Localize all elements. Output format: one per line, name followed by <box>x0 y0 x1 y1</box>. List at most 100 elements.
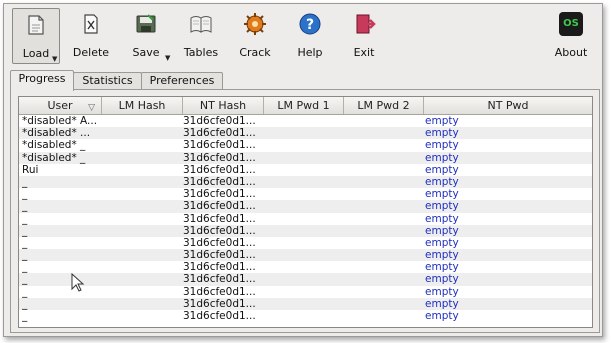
crack-label: Crack <box>239 46 271 59</box>
table-row[interactable]: _ 31d6cfe0d1... empty <box>19 273 592 286</box>
cell-nt-pwd: empty <box>425 188 459 201</box>
cell-user: _ <box>22 236 28 249</box>
cell-nt-hash: 31d6cfe0d1... <box>183 310 256 322</box>
cell-nt-hash: 31d6cfe0d1... <box>183 285 256 298</box>
tab-statistics[interactable]: Statistics <box>73 72 142 90</box>
cell-nt-pwd: empty <box>425 310 459 322</box>
cell-nt-hash: 31d6cfe0d1... <box>183 236 256 249</box>
cell-nt-pwd: empty <box>425 261 459 274</box>
exit-icon <box>356 14 376 34</box>
load-button[interactable]: Load ▼ <box>12 8 60 64</box>
cell-nt-pwd: empty <box>425 297 459 310</box>
folder-open-icon <box>28 15 44 35</box>
cell-nt-pwd: empty <box>425 224 459 237</box>
cell-nt-hash: 31d6cfe0d1... <box>183 212 256 225</box>
table-row[interactable]: _ 31d6cfe0d1... empty <box>19 261 592 273</box>
cell-user: _ <box>22 261 28 274</box>
cell-user: *disabled* _ <box>22 151 86 164</box>
help-icon: ? <box>299 13 321 35</box>
cell-nt-hash: 31d6cfe0d1... <box>183 297 256 310</box>
table-row[interactable]: _ 31d6cfe0d1... empty <box>19 188 592 200</box>
cell-nt-hash: 31d6cfe0d1... <box>183 163 256 176</box>
cell-nt-pwd: empty <box>425 285 459 298</box>
cell-nt-pwd: empty <box>425 212 459 225</box>
help-button[interactable]: ? Help <box>288 8 332 62</box>
column-header-user[interactable]: User ▽ <box>19 97 102 114</box>
app-window: Load ▼ Delete Save ▼ Tables Crack ? Help… <box>3 3 603 337</box>
table-row[interactable]: Rui 31d6cfe0d1... empty <box>19 164 592 176</box>
table-row[interactable]: _ 31d6cfe0d1... empty <box>19 175 592 189</box>
results-table[interactable]: User ▽ LM Hash NT Hash LM Pwd 1 LM Pwd 2… <box>18 96 593 328</box>
table-header: User ▽ LM Hash NT Hash LM Pwd 1 LM Pwd 2… <box>19 97 592 115</box>
cell-user: _ <box>22 249 28 262</box>
table-row[interactable]: _ 31d6cfe0d1... empty <box>19 286 592 298</box>
column-header-nt-hash[interactable]: NT Hash <box>183 97 264 114</box>
cell-nt-hash: 31d6cfe0d1... <box>183 127 256 140</box>
column-header-lm-pwd-1[interactable]: LM Pwd 1 <box>264 97 344 114</box>
about-label: About <box>554 46 588 59</box>
tab-progress[interactable]: Progress <box>10 70 74 91</box>
delete-label: Delete <box>72 46 110 59</box>
tables-icon <box>190 16 212 33</box>
cell-nt-pwd: empty <box>425 249 459 262</box>
cell-user: *disabled* _ <box>22 139 86 152</box>
cell-user: _ <box>22 212 28 225</box>
cell-nt-hash: 31d6cfe0d1... <box>183 188 256 201</box>
svg-text:?: ? <box>306 17 314 33</box>
save-button[interactable]: Save ▼ <box>122 8 170 62</box>
delete-button[interactable]: Delete <box>68 8 114 62</box>
crack-button[interactable]: Crack <box>232 8 278 62</box>
os-logo-icon: OS <box>559 12 583 36</box>
cell-nt-hash: 31d6cfe0d1... <box>183 115 256 127</box>
tab-preferences[interactable]: Preferences <box>141 72 223 90</box>
cell-nt-hash: 31d6cfe0d1... <box>183 139 256 152</box>
cell-user: Rui <box>22 163 39 176</box>
column-header-lm-pwd-2[interactable]: LM Pwd 2 <box>344 97 424 114</box>
table-row[interactable]: *disabled* A... 31d6cfe0d1... empty <box>19 115 592 127</box>
save-icon <box>136 14 156 33</box>
exit-label: Exit <box>353 46 375 59</box>
table-row[interactable]: _ 31d6cfe0d1... empty <box>19 237 592 249</box>
cell-nt-hash: 31d6cfe0d1... <box>183 175 256 188</box>
cell-user: _ <box>22 175 28 188</box>
table-row[interactable]: *disabled* _ 31d6cfe0d1... empty <box>19 139 592 151</box>
cell-user: _ <box>22 285 28 298</box>
cell-user: _ <box>22 224 28 237</box>
tables-button[interactable]: Tables <box>178 8 224 62</box>
cell-user: _ <box>22 188 28 201</box>
load-dropdown-icon[interactable]: ▼ <box>52 55 57 63</box>
crack-icon <box>244 13 266 35</box>
save-label: Save <box>132 46 160 59</box>
progress-panel: User ▽ LM Hash NT Hash LM Pwd 1 LM Pwd 2… <box>10 89 600 333</box>
cell-user: *disabled* ... <box>22 127 91 140</box>
cell-nt-hash: 31d6cfe0d1... <box>183 151 256 164</box>
table-row[interactable]: *disabled* _ 31d6cfe0d1... empty <box>19 151 592 164</box>
cell-nt-pwd: empty <box>425 127 459 140</box>
save-dropdown-icon[interactable]: ▼ <box>165 54 170 62</box>
cell-user: _ <box>22 200 28 213</box>
table-row[interactable]: _ 31d6cfe0d1... empty <box>19 200 592 213</box>
table-row[interactable]: _ 31d6cfe0d1... empty <box>19 213 592 225</box>
table-row[interactable]: _ 31d6cfe0d1... empty <box>19 224 592 237</box>
table-row[interactable]: _ 31d6cfe0d1... empty <box>19 297 592 310</box>
help-label: Help <box>297 46 323 59</box>
table-row[interactable]: *disabled* ... 31d6cfe0d1... empty <box>19 127 592 140</box>
mouse-cursor-icon <box>71 273 85 292</box>
cell-nt-pwd: empty <box>425 200 459 213</box>
cell-nt-pwd: empty <box>425 163 459 176</box>
cell-nt-hash: 31d6cfe0d1... <box>183 200 256 213</box>
about-button[interactable]: OS About <box>548 8 594 62</box>
cell-nt-hash: 31d6cfe0d1... <box>183 249 256 262</box>
cell-nt-pwd: empty <box>425 139 459 152</box>
exit-button[interactable]: Exit <box>342 8 386 62</box>
cell-user: _ <box>22 273 28 286</box>
table-row[interactable]: _ 31d6cfe0d1... empty <box>19 310 592 322</box>
table-row[interactable]: _ 31d6cfe0d1... empty <box>19 249 592 262</box>
tables-label: Tables <box>183 46 219 59</box>
column-header-nt-pwd[interactable]: NT Pwd <box>424 97 592 114</box>
cell-nt-hash: 31d6cfe0d1... <box>183 224 256 237</box>
cell-user: *disabled* A... <box>22 115 98 127</box>
cell-nt-pwd: empty <box>425 115 459 127</box>
cell-user: _ <box>22 297 28 310</box>
column-header-lm-hash[interactable]: LM Hash <box>102 97 183 114</box>
